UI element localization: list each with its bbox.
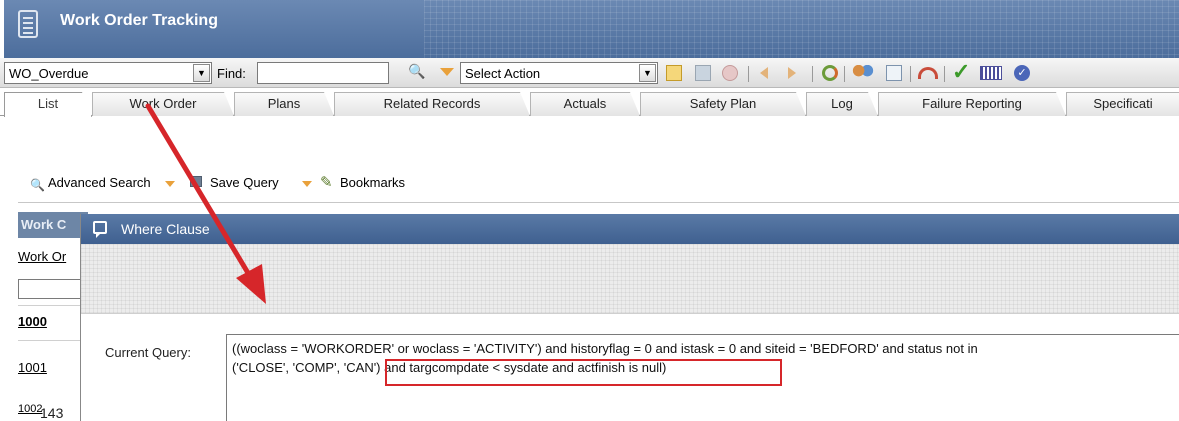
speech-bubble-icon [93,221,107,238]
saved-query-value: WO_Overdue [9,66,89,81]
chevron-down-icon[interactable] [302,181,312,187]
title-bar: Work Order Tracking [4,0,1179,58]
toolbar: WO_Overdue ▼ Find: 🔍 Select Action ▼ ✓ ✓ [0,58,1179,88]
bookmark-icon[interactable]: ✎ [320,173,333,191]
work-order-column-header[interactable]: Work Or [18,249,66,264]
new-record-icon[interactable] [666,65,682,81]
tab-plans[interactable]: Plans [234,92,334,116]
dialog-title-bar[interactable]: Where Clause [81,214,1179,244]
report-icon[interactable] [886,65,902,81]
annotation-highlight-box [385,359,782,386]
tab-related-records[interactable]: Related Records [334,92,530,116]
current-query-label: Current Query: [105,345,191,360]
tab-bar: List Work Order Plans Related Records Ac… [0,88,1179,150]
tab-failure-reporting[interactable]: Failure Reporting [878,92,1066,116]
approve-icon[interactable]: ✓ [1014,65,1030,81]
table-row[interactable]: 1002 [18,403,42,415]
select-action-dropdown[interactable]: Select Action ▼ [460,62,658,84]
binoculars-icon[interactable]: 🔍 [30,178,45,192]
page-number: 143 [40,405,64,421]
route-workflow-icon[interactable] [822,65,838,81]
row-divider [18,305,88,306]
toolbar-divider [944,66,945,82]
bookmarks-link[interactable]: Bookmarks [340,175,405,190]
app-icon [18,10,38,38]
save-icon[interactable] [695,65,711,81]
work-order-filter-input[interactable] [18,279,84,299]
chevron-down-icon[interactable] [440,68,454,76]
query-line-1: ((woclass = 'WORKORDER' or woclass = 'AC… [232,341,978,356]
divider [18,202,1179,203]
chevron-down-icon[interactable]: ▼ [193,64,210,82]
tab-work-order[interactable]: Work Order [92,92,234,116]
toolbar-divider [844,66,845,82]
clear-changes-icon[interactable] [722,65,738,81]
row-divider [18,340,88,341]
find-label: Find: [217,66,246,81]
list-table-title: Work C [21,217,67,232]
app-title: Work Order Tracking [60,12,218,29]
table-row[interactable]: 1001 [18,360,47,375]
dialog-header-area [81,244,1179,314]
previous-record-icon[interactable] [760,67,768,79]
list-table-header: Work C [18,212,88,238]
select-action-value: Select Action [465,66,541,81]
title-bar-pattern [424,0,1179,58]
binoculars-icon[interactable]: 🔍 [408,63,425,79]
advanced-search-link[interactable]: Advanced Search [48,175,151,190]
save-icon[interactable] [190,176,202,187]
where-clause-dialog: Where Clause Current Query: ((woclass = … [80,214,1179,421]
toolbar-divider [812,66,813,82]
chevron-down-icon[interactable]: ▼ [639,64,656,82]
tab-log[interactable]: Log [806,92,878,116]
checkmark-icon[interactable]: ✓ [952,59,972,84]
tab-actuals[interactable]: Actuals [530,92,640,116]
dialog-title: Where Clause [121,221,210,237]
next-record-icon[interactable] [788,67,796,79]
chevron-down-icon[interactable] [165,181,175,187]
tab-safety-plan[interactable]: Safety Plan [640,92,806,116]
saved-query-select[interactable]: WO_Overdue ▼ [4,62,212,84]
find-input[interactable] [257,62,389,84]
toolbar-divider [910,66,911,82]
people-icon[interactable] [852,65,874,81]
barcode-icon[interactable] [980,66,1002,80]
save-query-link[interactable]: Save Query [210,175,279,190]
tab-list[interactable]: List [4,92,92,117]
gauge-icon[interactable] [918,67,938,79]
table-row[interactable]: 1000 [18,314,47,329]
toolbar-divider [748,66,749,82]
tab-specifications[interactable]: Specificati [1066,92,1179,116]
